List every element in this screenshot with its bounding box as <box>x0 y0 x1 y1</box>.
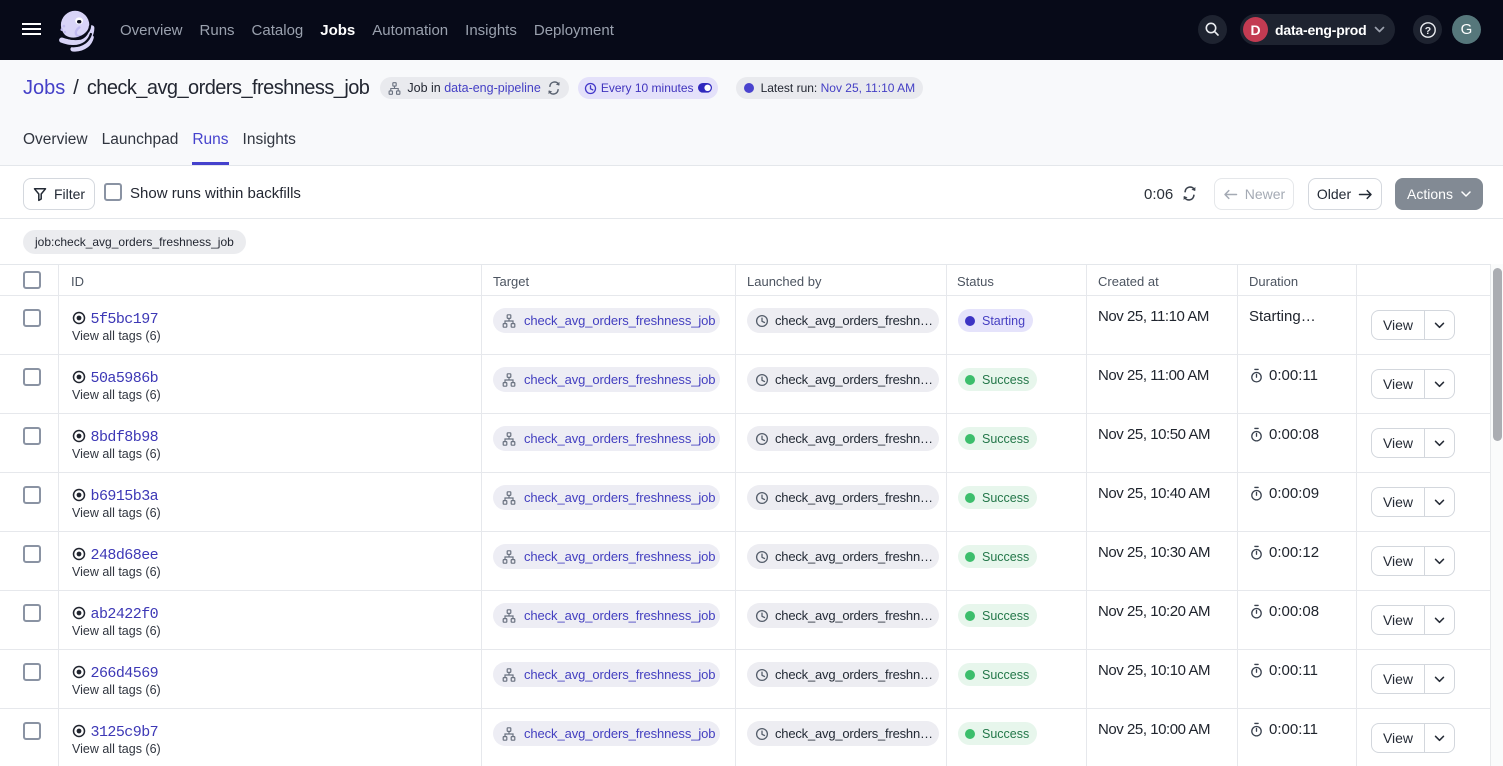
svg-text:?: ? <box>1424 24 1430 36</box>
